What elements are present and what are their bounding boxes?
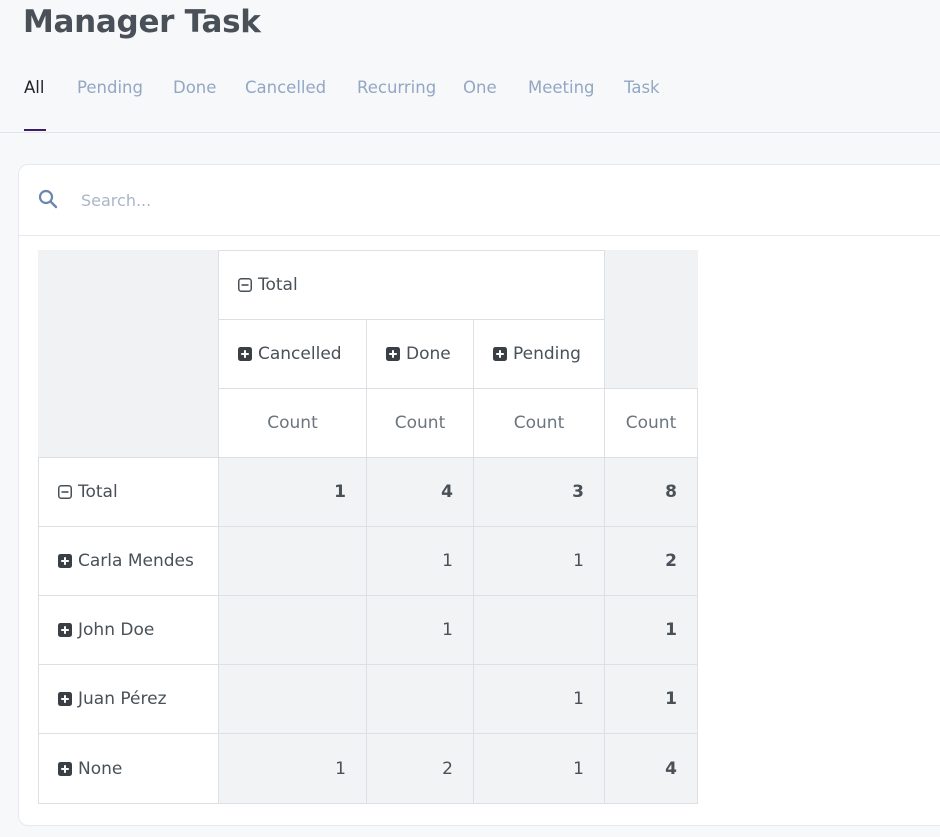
pivot-row-label: Juan Pérez [78,689,167,709]
pivot-cell[interactable]: 1 [473,733,605,804]
tab-pending[interactable]: Pending [77,78,143,97]
pivot-row-header[interactable]: Total [38,457,219,527]
pivot-column-cancelled[interactable]: Cancelled [218,319,367,389]
pivot-header-label: Pending [513,344,581,364]
pivot-cell[interactable] [366,664,474,734]
tab-cancelled[interactable]: Cancelled [245,78,326,97]
pivot-cell[interactable]: 2 [366,733,474,804]
pivot-total-cell[interactable]: 4 [604,733,698,804]
pivot-corner [38,250,219,458]
plus-square-icon [493,347,507,361]
pivot-row-label: Total [78,482,118,502]
pivot-cell[interactable]: 1 [366,595,474,665]
page-title: Manager Task [23,4,261,40]
pivot-cell[interactable] [473,595,605,665]
tab-done[interactable]: Done [173,78,216,97]
pivot-total-cell[interactable]: 1 [604,664,698,734]
pivot-column-pending[interactable]: Pending [473,319,605,389]
pivot-row-label: None [78,758,123,779]
pivot-cell[interactable] [218,595,367,665]
pivot-cell[interactable]: 1 [218,733,367,804]
pivot-cell[interactable]: 3 [473,457,605,527]
pivot-row-header[interactable]: Carla Mendes [38,526,219,596]
pivot-header-label: Done [406,344,451,364]
pivot-cell[interactable]: 1 [366,526,474,596]
tab-all[interactable]: All [24,78,44,97]
pivot-header-blank [605,250,698,389]
tab-meeting[interactable]: Meeting [528,78,595,97]
plus-square-icon [58,554,72,568]
pivot-column-total-header[interactable]: Total [218,250,605,320]
filter-tabs: All Pending Done Cancelled Recurring One… [0,60,940,133]
pivot-measure-count[interactable]: Count [473,388,605,458]
pivot-header-label: Cancelled [258,344,342,364]
plus-square-icon [58,761,72,776]
plus-square-icon [238,347,252,361]
pivot-cell[interactable]: 1 [218,457,367,527]
active-tab-indicator [24,129,46,131]
minus-square-icon [58,485,72,499]
pivot-cell[interactable]: 1 [473,664,605,734]
pivot-cell[interactable] [218,664,367,734]
tab-task[interactable]: Task [624,78,660,97]
pivot-cell[interactable]: 4 [366,457,474,527]
pivot-total-cell[interactable]: 1 [604,595,698,665]
pivot-row-header[interactable]: John Doe [38,595,219,665]
search-bar [19,165,940,236]
tab-recurring[interactable]: Recurring [357,78,436,97]
pivot-total-cell[interactable]: 2 [604,526,698,596]
pivot-measure-count[interactable]: Count [604,388,698,458]
pivot-cell[interactable] [218,526,367,596]
pivot-column-done[interactable]: Done [366,319,474,389]
pivot-row-label: John Doe [78,620,155,640]
plus-square-icon [386,347,400,361]
pivot-cell[interactable]: 1 [473,526,605,596]
pivot-row-label: Carla Mendes [78,551,194,571]
pivot-total-cell[interactable]: 8 [604,457,698,527]
pivot-row-header[interactable]: None [38,733,219,804]
search-icon [38,189,58,209]
pivot-measure-count[interactable]: Count [218,388,367,458]
pivot-header-label: Total [258,275,298,295]
plus-square-icon [58,623,72,637]
search-input[interactable] [81,185,781,215]
pivot-measure-count[interactable]: Count [366,388,474,458]
pivot-row-header[interactable]: Juan Pérez [38,664,219,734]
plus-square-icon [58,692,72,706]
minus-square-icon [238,278,252,292]
tab-one[interactable]: One [463,78,497,97]
